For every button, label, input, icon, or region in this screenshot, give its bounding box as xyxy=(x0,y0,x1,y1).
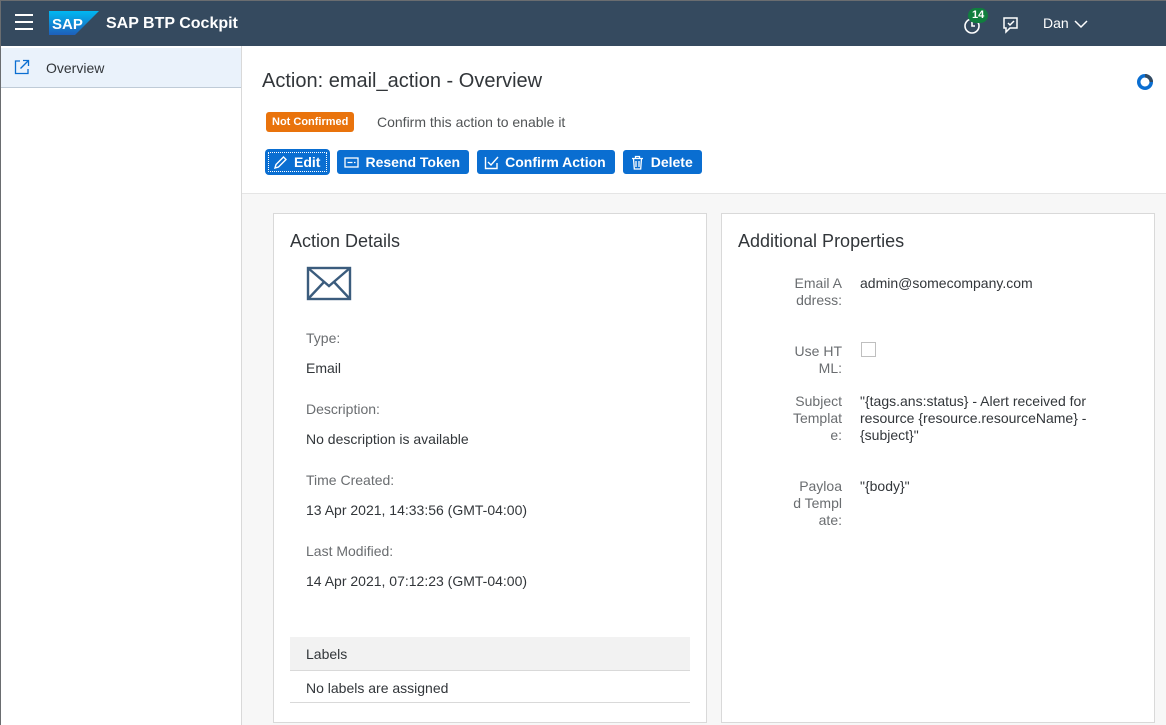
labels-header-text: Labels xyxy=(306,646,348,662)
svg-text:SAP: SAP xyxy=(52,16,83,33)
hamburger-menu-icon[interactable] xyxy=(15,14,35,34)
edit-button[interactable]: Edit xyxy=(266,150,330,174)
sap-logo[interactable]: SAP xyxy=(49,11,99,35)
app-title: SAP BTP Cockpit xyxy=(106,15,238,32)
time-created-label: Time Created: xyxy=(306,472,395,488)
checkbox-check-icon xyxy=(484,156,499,169)
token-icon xyxy=(344,156,360,168)
email-icon xyxy=(306,266,352,301)
subject-template-value: "{tags.ans:status} - Alert received for … xyxy=(860,393,1087,443)
last-modified-label: Last Modified: xyxy=(306,543,394,559)
payload-template-label: Payload Template: xyxy=(793,478,842,528)
labels-section-header: Labels xyxy=(290,637,690,671)
resend-token-button-label: Resend Token xyxy=(365,154,461,170)
help-icon[interactable] xyxy=(1136,73,1154,91)
status-message: Confirm this action to enable it xyxy=(377,114,566,130)
payload-template-value: "{body}" xyxy=(860,478,910,494)
confirm-action-button-label: Confirm Action xyxy=(505,154,606,170)
last-modified-value: 14 Apr 2021, 07:12:23 (GMT-04:00) xyxy=(306,573,528,589)
page-header: Action: email_action - Overview Not Conf… xyxy=(242,46,1166,194)
additional-properties-card: Additional Properties Email Address: adm… xyxy=(721,213,1155,723)
use-html-label: Use HTML: xyxy=(794,343,842,376)
action-toolbar: Edit Resend Token Confirm Action Delete xyxy=(266,150,702,174)
action-details-card: Action Details Type: Email Description: … xyxy=(273,213,707,723)
type-value: Email xyxy=(306,360,342,376)
delete-button[interactable]: Delete xyxy=(622,150,702,174)
description-label: Description: xyxy=(306,401,380,417)
trash-icon xyxy=(631,155,643,170)
email-address-value: admin@somecompany.com xyxy=(860,275,1033,291)
action-details-title: Action Details xyxy=(290,231,401,251)
external-link-icon xyxy=(14,59,30,75)
email-address-label: Email Address: xyxy=(794,275,842,308)
side-navigation: Overview xyxy=(1,46,242,725)
confirm-action-button[interactable]: Confirm Action xyxy=(477,150,615,174)
content-area: Action Details Type: Email Description: … xyxy=(242,194,1166,725)
sidebar-item-label: Overview xyxy=(46,60,105,76)
chevron-down-icon[interactable] xyxy=(1074,18,1088,30)
sidebar-item-overview[interactable]: Overview xyxy=(1,48,241,88)
resend-token-button[interactable]: Resend Token xyxy=(337,150,470,174)
pencil-icon xyxy=(273,155,287,169)
delete-button-label: Delete xyxy=(650,154,693,170)
type-label: Type: xyxy=(306,330,341,346)
divider xyxy=(290,702,690,703)
status-badge: Not Confirmed xyxy=(266,112,355,132)
notification-count-badge: 14 xyxy=(968,8,989,23)
subject-template-label: Subject Template: xyxy=(792,393,842,443)
additional-properties-title: Additional Properties xyxy=(738,231,905,251)
use-html-checkbox[interactable] xyxy=(861,342,876,357)
description-value: No description is available xyxy=(306,431,469,447)
feedback-icon[interactable] xyxy=(1000,14,1022,36)
page-title: Action: email_action - Overview xyxy=(262,70,543,92)
time-created-value: 13 Apr 2021, 14:33:56 (GMT-04:00) xyxy=(306,502,528,518)
labels-empty-message: No labels are assigned xyxy=(306,680,449,696)
user-menu[interactable]: Dan xyxy=(1043,15,1069,31)
edit-button-label: Edit xyxy=(294,154,321,170)
shell-header: SAP SAP BTP Cockpit 14 Dan xyxy=(1,1,1166,46)
